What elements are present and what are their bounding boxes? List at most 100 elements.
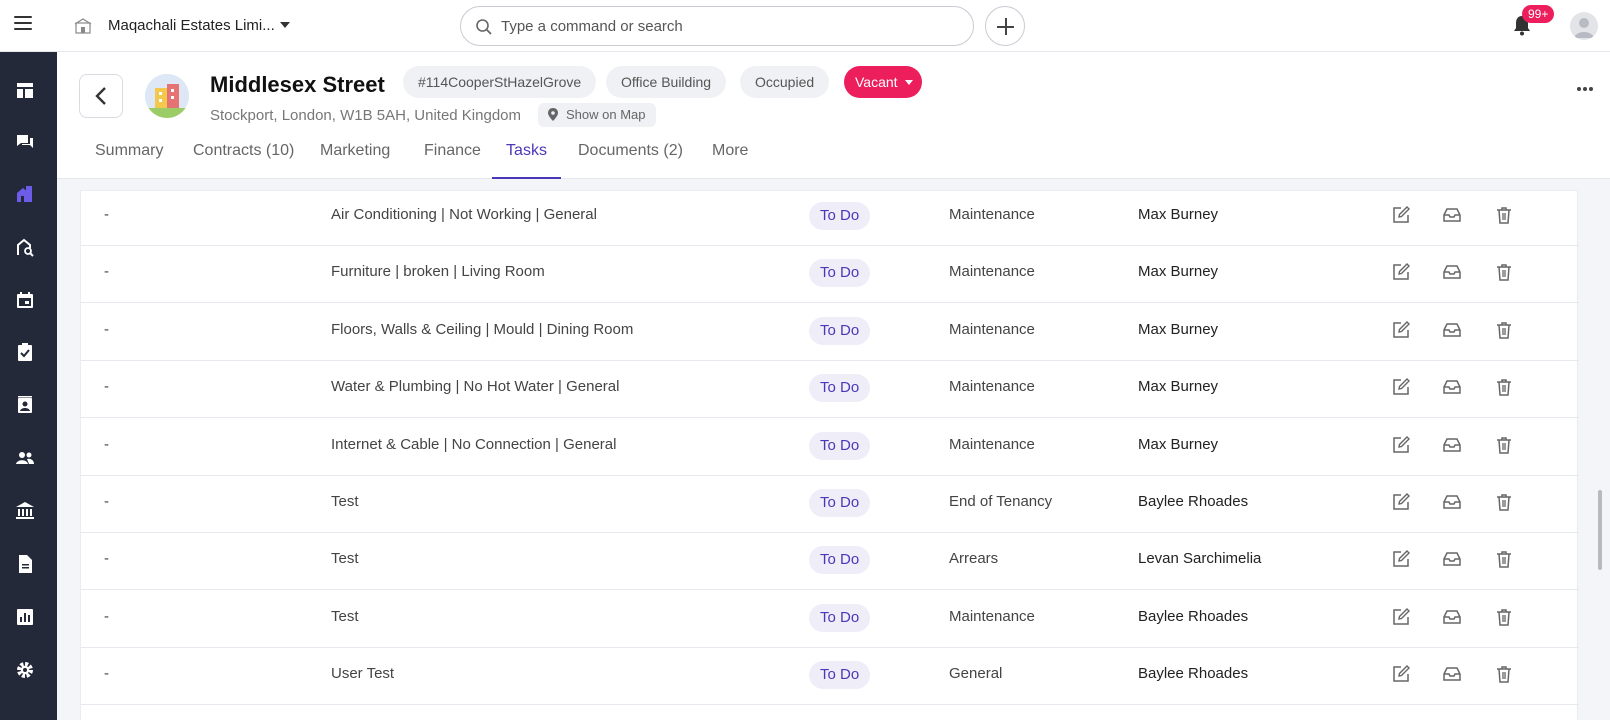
task-assignee: Max Burney	[1138, 378, 1219, 396]
status-badge: To Do	[809, 546, 871, 575]
tab-tasks[interactable]: Tasks	[492, 136, 561, 179]
trash-icon[interactable]	[1494, 607, 1514, 627]
table-row[interactable]: - Air Conditioning | Not Working | Gener…	[81, 188, 1579, 246]
table-row[interactable]: - Furniture | broken | Living Room To Do…	[81, 245, 1579, 304]
inbox-icon[interactable]	[1442, 320, 1462, 340]
table-row[interactable]: - User Test To Do General Baylee Rhoades	[81, 647, 1579, 706]
task-title[interactable]: Test	[331, 590, 359, 648]
task-reference: -	[104, 607, 109, 625]
table-row[interactable]: - Test To Do Arrears Levan Sarchimelia	[81, 532, 1579, 591]
task-reference: -	[104, 665, 109, 683]
chevron-left-icon	[95, 87, 106, 105]
settings-icon[interactable]	[15, 660, 35, 680]
task-reference: -	[104, 206, 109, 223]
edit-icon[interactable]	[1391, 607, 1411, 627]
chat-icon[interactable]	[15, 132, 35, 152]
task-category: Maintenance	[949, 607, 1035, 625]
property-type: Office Building	[606, 66, 727, 98]
inbox-icon[interactable]	[1442, 549, 1462, 569]
property-reference: #114CooperStHazelGrove	[403, 66, 597, 98]
more-options-icon[interactable]	[1577, 78, 1597, 91]
document-icon[interactable]	[15, 554, 35, 574]
menu-icon[interactable]	[14, 16, 32, 34]
inbox-icon[interactable]	[1442, 664, 1462, 684]
trash-icon[interactable]	[1494, 549, 1514, 569]
edit-icon[interactable]	[1391, 205, 1411, 225]
task-reference: -	[104, 263, 109, 281]
calendar-icon[interactable]	[15, 290, 35, 310]
task-title[interactable]: User Test	[331, 647, 394, 705]
tab-finance[interactable]: Finance	[424, 136, 481, 179]
task-assignee: Baylee Rhoades	[1138, 665, 1249, 683]
contacts-icon[interactable]	[15, 395, 35, 415]
trash-icon[interactable]	[1494, 262, 1514, 282]
trash-icon[interactable]	[1494, 205, 1514, 225]
inbox-icon[interactable]	[1442, 607, 1462, 627]
trash-icon[interactable]	[1494, 320, 1514, 340]
inbox-icon[interactable]	[1442, 492, 1462, 512]
task-title[interactable]: Test	[331, 475, 359, 533]
task-category: Maintenance	[949, 206, 1035, 223]
status-badge: To Do	[809, 489, 871, 517]
show-on-map-button[interactable]: Show on Map	[538, 103, 656, 127]
trash-icon[interactable]	[1494, 377, 1514, 397]
map-pin-icon	[548, 108, 558, 121]
edit-icon[interactable]	[1391, 492, 1411, 512]
table-row[interactable]: - Test To Do End of Tenancy Baylee Rhoad…	[81, 475, 1579, 533]
add-button[interactable]	[985, 6, 1025, 46]
task-title[interactable]: Furniture | broken | Living Room	[331, 245, 545, 303]
task-title[interactable]: Water & Plumbing | No Hot Water | Genera…	[331, 360, 619, 418]
task-title[interactable]: Internet & Cable | No Connection | Gener…	[331, 418, 616, 476]
table-row[interactable]: - Internet & Cable | No Connection | Gen…	[81, 418, 1579, 476]
tab-more[interactable]: More	[712, 136, 748, 179]
table-row[interactable]: - Water & Plumbing | No Hot Water | Gene…	[81, 360, 1579, 419]
inbox-icon[interactable]	[1442, 377, 1462, 397]
task-category: Maintenance	[949, 435, 1035, 453]
edit-icon[interactable]	[1391, 664, 1411, 684]
people-icon[interactable]	[15, 448, 35, 468]
task-reference: -	[104, 320, 109, 338]
edit-icon[interactable]	[1391, 262, 1411, 282]
task-title[interactable]: Air Conditioning | Not Working | General	[331, 188, 597, 246]
inbox-icon[interactable]	[1442, 435, 1462, 455]
notification-badge: 99+	[1522, 5, 1555, 23]
tasks-icon[interactable]	[15, 342, 35, 362]
trash-icon[interactable]	[1494, 664, 1514, 684]
dashboard-icon[interactable]	[15, 80, 35, 100]
task-assignee: Max Burney	[1138, 320, 1219, 338]
search-input[interactable]	[501, 15, 961, 37]
task-assignee: Levan Sarchimelia	[1138, 550, 1262, 568]
occupancy-badge: Occupied	[740, 66, 830, 98]
properties-icon[interactable]	[15, 184, 35, 204]
trash-icon[interactable]	[1494, 492, 1514, 512]
edit-icon[interactable]	[1391, 435, 1411, 455]
reports-icon[interactable]	[15, 607, 35, 627]
scrollbar-thumb[interactable]	[1598, 490, 1602, 570]
task-title[interactable]: Test	[331, 532, 359, 590]
chevron-down-icon[interactable]	[280, 22, 290, 28]
inbox-icon[interactable]	[1442, 262, 1462, 282]
trash-icon[interactable]	[1494, 435, 1514, 455]
status-dropdown[interactable]: Vacant	[844, 66, 922, 98]
tab-documents[interactable]: Documents (2)	[578, 136, 683, 179]
bank-icon[interactable]	[15, 501, 35, 521]
status-badge: To Do	[809, 603, 871, 632]
table-row[interactable]: - Floors, Walls & Ceiling | Mould | Dini…	[81, 303, 1579, 361]
organization-name[interactable]: Maqachali Estates Limi...	[108, 17, 275, 34]
tab-summary[interactable]: Summary	[95, 136, 163, 179]
edit-icon[interactable]	[1391, 377, 1411, 397]
org-logo-icon	[74, 18, 92, 34]
property-search-icon[interactable]	[15, 237, 35, 257]
command-search[interactable]	[460, 6, 974, 46]
user-avatar[interactable]	[1570, 12, 1598, 40]
task-assignee: Baylee Rhoades	[1138, 493, 1249, 510]
tab-contracts[interactable]: Contracts (10)	[193, 136, 294, 179]
back-button[interactable]	[79, 74, 123, 118]
table-row[interactable]: - Test To Do Maintenance Baylee Rhoades	[81, 590, 1579, 648]
edit-icon[interactable]	[1391, 549, 1411, 569]
status-badge: To Do	[809, 316, 871, 345]
edit-icon[interactable]	[1391, 320, 1411, 340]
inbox-icon[interactable]	[1442, 205, 1462, 225]
task-title[interactable]: Floors, Walls & Ceiling | Mould | Dining…	[331, 303, 633, 361]
tab-marketing[interactable]: Marketing	[320, 136, 390, 179]
